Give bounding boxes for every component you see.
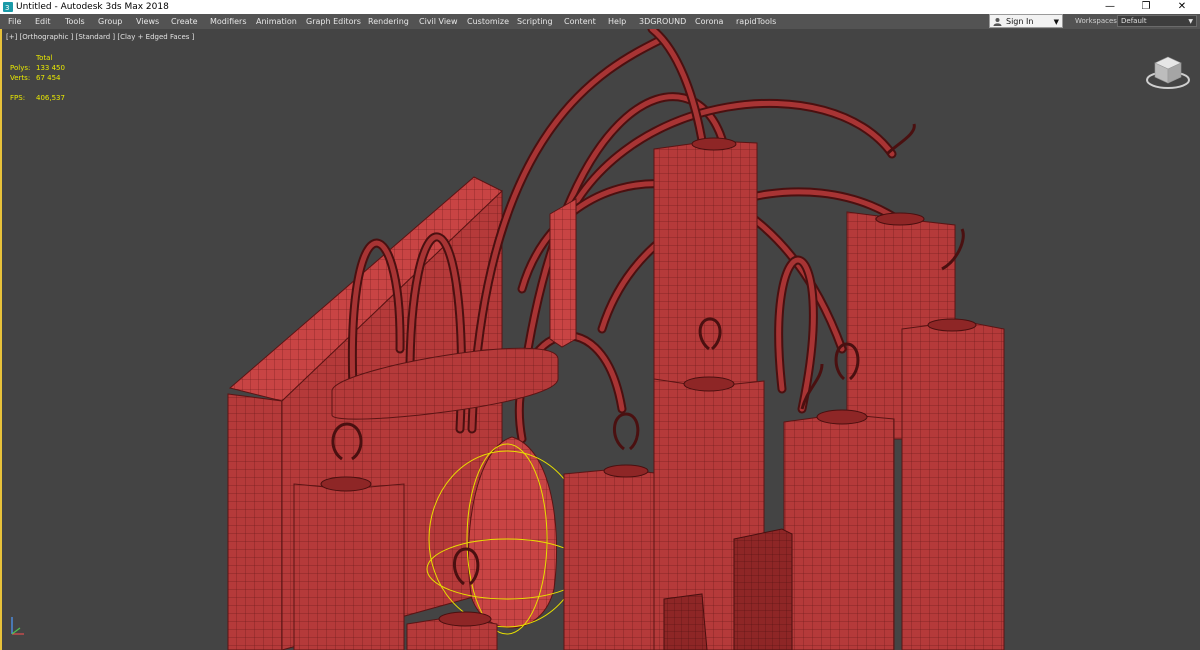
window-controls: — ❐ ✕	[1092, 0, 1200, 14]
window-title: Untitled - Autodesk 3ds Max 2018	[16, 2, 169, 12]
close-button[interactable]: ✕	[1164, 0, 1200, 14]
menu-scripting[interactable]: Scripting	[517, 14, 553, 29]
workspaces-select[interactable]: Default ▼	[1117, 15, 1197, 27]
menu-edit[interactable]: Edit	[35, 14, 51, 29]
title-bar: 3 Untitled - Autodesk 3ds Max 2018 — ❐ ✕	[0, 0, 1200, 14]
user-icon	[993, 18, 1002, 26]
menu-corona[interactable]: Corona	[695, 14, 723, 29]
menu-help[interactable]: Help	[608, 14, 626, 29]
viewport-scene[interactable]	[2, 29, 1200, 650]
menu-civil-view[interactable]: Civil View	[419, 14, 458, 29]
restore-button[interactable]: ❐	[1128, 0, 1164, 14]
3ds-max-icon: 3	[3, 2, 13, 12]
menu-group[interactable]: Group	[98, 14, 122, 29]
minimize-button[interactable]: —	[1092, 0, 1128, 14]
axis-tripod-icon	[11, 617, 24, 635]
menu-tools[interactable]: Tools	[65, 14, 85, 29]
menu-create[interactable]: Create	[171, 14, 198, 29]
menu-views[interactable]: Views	[136, 14, 159, 29]
menu-animation[interactable]: Animation	[256, 14, 297, 29]
svg-text:3: 3	[5, 4, 9, 12]
chevron-down-icon: ▼	[1188, 18, 1193, 25]
menu-customize[interactable]: Customize	[467, 14, 509, 29]
workspaces-label: Workspaces:	[1075, 17, 1120, 25]
menu-modifiers[interactable]: Modifiers	[210, 14, 247, 29]
menu-rapidtools[interactable]: rapidTools	[736, 14, 776, 29]
polys-value: 133 450	[36, 64, 65, 72]
fps-value: 406,537	[36, 94, 65, 102]
chevron-down-icon: ▼	[1053, 18, 1059, 26]
stats-header: Total	[36, 54, 53, 62]
polys-label: Polys:	[10, 64, 31, 72]
menu-content[interactable]: Content	[564, 14, 596, 29]
verts-label: Verts:	[10, 74, 31, 82]
fps-label: FPS:	[10, 94, 26, 102]
viewcube-icon[interactable]	[1145, 51, 1191, 91]
small-plank	[549, 198, 577, 348]
viewport-label[interactable]: [+] [Orthographic ] [Standard ] [Clay + …	[6, 33, 194, 41]
verts-value: 67 454	[36, 74, 61, 82]
menu-3dground[interactable]: 3DGROUND	[639, 14, 686, 29]
menu-rendering[interactable]: Rendering	[368, 14, 409, 29]
menu-graph-editors[interactable]: Graph Editors	[306, 14, 361, 29]
sign-in-label: Sign In	[1006, 17, 1034, 26]
sign-in-dropdown[interactable]: Sign In ▼	[989, 14, 1063, 28]
viewport-statistics: Total Polys: 133 450 Verts: 67 454 FPS: …	[10, 53, 90, 103]
workspaces-value: Default	[1121, 17, 1147, 25]
perspective-viewport[interactable]: [+] [Orthographic ] [Standard ] [Clay + …	[0, 29, 1200, 650]
menu-file[interactable]: File	[8, 14, 21, 29]
